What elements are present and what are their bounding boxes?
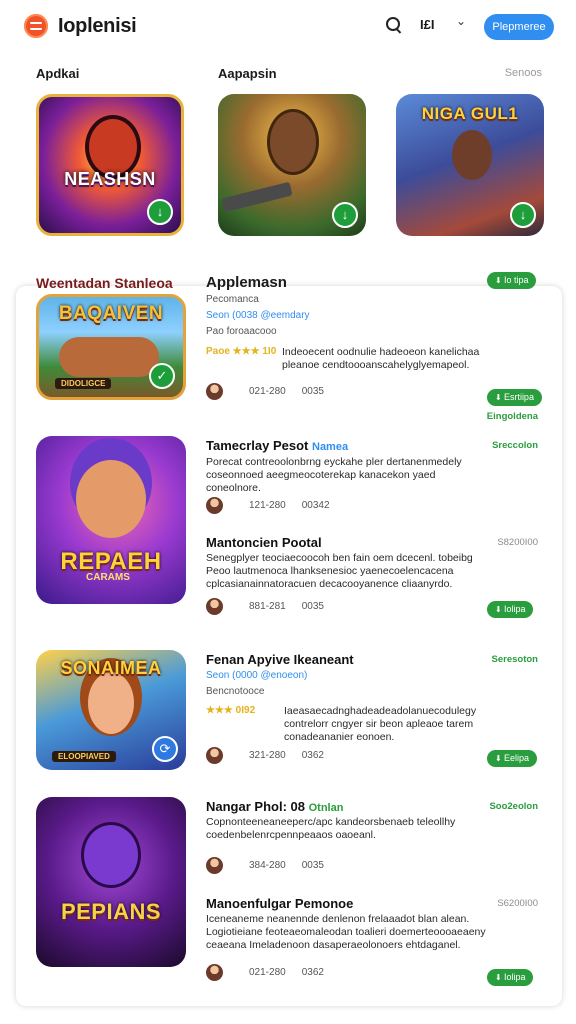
app-stats: 121-280 00342	[206, 497, 330, 515]
download-badge-icon[interactable]: ↓	[332, 202, 358, 228]
game-art-characters	[84, 825, 138, 885]
download-badge-icon[interactable]: ✓	[149, 363, 175, 389]
game-art-title: NIGA GUL1	[421, 104, 519, 123]
search-icon[interactable]	[383, 14, 405, 36]
app-tag: Namea	[312, 441, 349, 453]
brand-name[interactable]: Ioplenisi	[58, 15, 137, 38]
stat-downloads: 881-281	[249, 601, 286, 613]
app-description: Senegplyer teociaecoocoh ben fain oem dc…	[206, 552, 473, 590]
section-label-left: Apdkai	[36, 66, 80, 81]
game-art-title: NEASHSN	[64, 169, 156, 189]
game-art-subtitle: DIDOLIGCE	[55, 378, 112, 389]
stat-downloads: 121-280	[249, 500, 286, 512]
avatar	[206, 857, 223, 874]
app-thumbnail-1[interactable]: BAQAIVEN DIDOLIGCE ✓	[36, 294, 186, 400]
avatar	[206, 383, 223, 400]
stat-downloads: 021-280	[249, 386, 286, 398]
list-section-heading: Weentadan Stanleoa	[36, 275, 173, 291]
stat-downloads: 384-280	[249, 860, 286, 872]
game-art-title: PEPIANS	[60, 899, 162, 924]
game-art-characters	[88, 672, 134, 734]
app-thumbnail-3[interactable]: SONAIMEA ELOOPIAVED ⟳	[36, 650, 186, 770]
app-title[interactable]: Tamecrlay Pesot Namea	[206, 438, 348, 453]
stat-downloads: 021-280	[249, 967, 286, 979]
app-version: Seon (0038 @eemdary	[206, 310, 310, 321]
app-status: S8200I00	[497, 537, 538, 548]
app-title-text[interactable]: Tamecrlay Pesot	[206, 438, 308, 453]
app-category: Pao foroaacooo	[206, 326, 277, 337]
install-button[interactable]: Iolipa	[487, 969, 534, 986]
app-title-text[interactable]: Nangar Phol: 08	[206, 799, 305, 814]
game-art-character	[89, 119, 137, 175]
app-description: Indeoecent oodnulie hadeoeon kanelichaa …	[282, 346, 480, 371]
top-bar: Ioplenisi I£I ⌄ Plepmeree	[0, 0, 576, 56]
app-thumbnail-4[interactable]: PEPIANS	[36, 797, 186, 967]
featured-game-card-2[interactable]: ↓	[218, 94, 366, 236]
header-cta-button[interactable]: Plepmeree	[484, 14, 554, 40]
app-stats: 321-280 0362	[206, 747, 324, 765]
app-stats: 021-280 0362	[206, 964, 324, 982]
game-art-subtitle: CARAMS	[86, 572, 130, 583]
stat-size: 0035	[301, 860, 324, 872]
app-status: Soo2eolon	[489, 801, 538, 812]
game-art-characters	[76, 460, 146, 538]
avatar	[206, 964, 223, 981]
avatar	[206, 497, 223, 514]
stat-size: 0362	[301, 750, 324, 762]
install-button[interactable]: Esrtiipa	[487, 389, 542, 406]
chevron-down-icon[interactable]: ⌄	[456, 14, 466, 28]
featured-game-card-1[interactable]: NEASHSN ↓	[36, 94, 184, 236]
app-tag: Otnlan	[308, 802, 344, 814]
app-title[interactable]: Mantoncien Pootal	[206, 535, 322, 550]
stat-size: 0035	[301, 386, 324, 398]
language-selector[interactable]: I£I	[420, 17, 434, 32]
app-status: Seresoton	[491, 654, 538, 665]
app-version: Seon (0000 @enoeon)	[206, 670, 308, 681]
logo-icon[interactable]	[24, 14, 48, 38]
game-art-character	[270, 112, 316, 172]
app-stats: 881-281 0035	[206, 598, 324, 616]
featured-game-card-3[interactable]: NIGA GUL1 ↓	[396, 94, 544, 236]
stat-size: 0035	[301, 601, 324, 613]
app-description: Porecat contreoolonbrng eyckahe pler der…	[206, 456, 462, 494]
app-stats: 021-280 0035	[206, 383, 324, 401]
game-art-subtitle: ELOOPIAVED	[52, 751, 116, 762]
game-art-title: SONAIMEA	[60, 658, 162, 678]
list-title: Applemasn	[206, 274, 287, 291]
avatar	[206, 747, 223, 764]
app-description: Iaeasaecadnghadeadeadolanuecodulegy cont…	[284, 705, 477, 743]
app-title[interactable]: Fenan Apyive Ikeaneant	[206, 652, 354, 667]
install-button[interactable]: Eelipa	[487, 750, 537, 767]
avatar	[206, 598, 223, 615]
stat-size: 0362	[301, 967, 324, 979]
download-badge-icon[interactable]: ↓	[147, 199, 173, 225]
app-category: Bencnotooce	[206, 686, 265, 697]
stat-size: 00342	[301, 500, 330, 512]
app-description: Copnonteeneaneeperc/apc kandeorsbenaeb t…	[206, 816, 456, 841]
header-install-button[interactable]: Io tipa	[487, 272, 537, 289]
app-status: S6200I00	[497, 898, 538, 909]
game-art-characters	[59, 337, 159, 377]
app-status: Sreccolon	[492, 440, 538, 451]
section-label-right[interactable]: Senoos	[505, 67, 542, 79]
app-thumbnail-2[interactable]: REPAEH CARAMS	[36, 436, 186, 604]
install-button[interactable]: Iolipa	[487, 601, 534, 618]
app-stats: 384-280 0035	[206, 857, 324, 875]
game-art-character	[452, 130, 492, 180]
share-badge-icon[interactable]: ⟳	[152, 736, 178, 762]
game-art-weapon	[221, 181, 293, 213]
app-rating: Paoe ★★★ 1I0	[206, 346, 277, 357]
app-title[interactable]: Nangar Phol: 08 Otnlan	[206, 799, 343, 814]
app-rating: ★★★ 0I92	[206, 705, 256, 716]
download-badge-icon[interactable]: ↓	[510, 202, 536, 228]
app-title[interactable]: Manoenfulgar Pemonoe	[206, 896, 353, 911]
game-art-title: BAQAIVEN	[58, 303, 164, 324]
app-description: Iceneaneme neanennde denlenon frelaaadot…	[206, 913, 486, 951]
app-publisher: Pecomanca	[206, 294, 259, 305]
section-label-mid: Aapapsin	[218, 66, 277, 81]
stat-downloads: 321-280	[249, 750, 286, 762]
app-badge-label: Eingoldena	[486, 411, 538, 422]
